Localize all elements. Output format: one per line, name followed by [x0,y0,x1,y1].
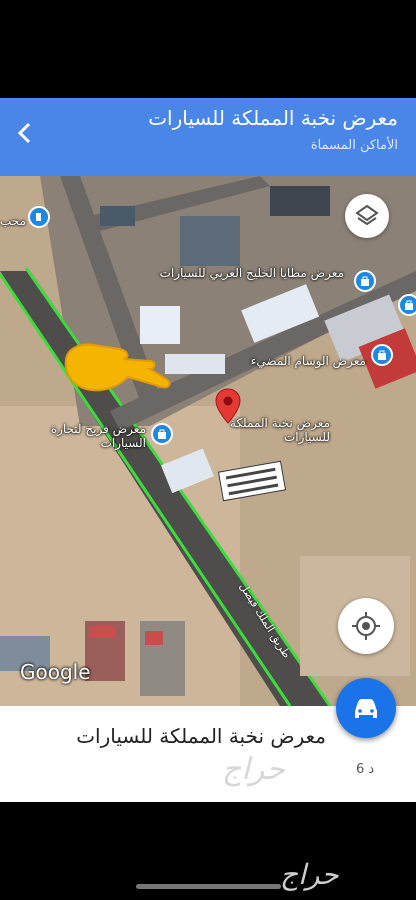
my-location-icon[interactable] [338,598,394,654]
place-name: معرض نخبة المملكة للسيارات [76,724,326,748]
watermark: حراج [280,858,339,891]
car-icon[interactable] [336,678,396,738]
page-title: معرض نخبة المملكة للسيارات [148,106,398,130]
travel-time: 6 د [356,762,375,777]
back-arrow-icon[interactable] [10,118,40,148]
page-subtitle: الأماكن المسماة [310,138,398,153]
map-label-edge[interactable]: محب [0,214,26,228]
fuel-station-icon[interactable] [28,206,50,228]
map-label-fraih[interactable]: معرض فريح لتجارة السيارات [41,422,146,450]
map-label-gulf[interactable]: معرض مطايا الخليج العربي للسيارات [160,266,344,280]
status-area [0,0,416,98]
google-logo: Google [20,660,91,684]
map-label-wisam[interactable]: معرض الوسام المضيء [251,354,366,368]
home-indicator[interactable] [136,884,281,889]
shopping-bag-icon[interactable] [398,294,416,316]
layers-icon[interactable] [345,194,389,238]
map-view[interactable]: معرض مطايا الخليج العربي للسيارات معرض ا… [0,176,416,706]
shopping-bag-icon[interactable] [354,270,376,292]
pointing-hand-icon [58,339,178,403]
map-pin-icon[interactable] [215,388,241,428]
shopping-bag-icon[interactable] [151,423,173,445]
watermark: حراج [222,752,285,787]
shopping-bag-icon[interactable] [371,344,393,366]
map-label-nokhba[interactable]: معرض نخبة المملكة للسيارات [230,416,330,444]
